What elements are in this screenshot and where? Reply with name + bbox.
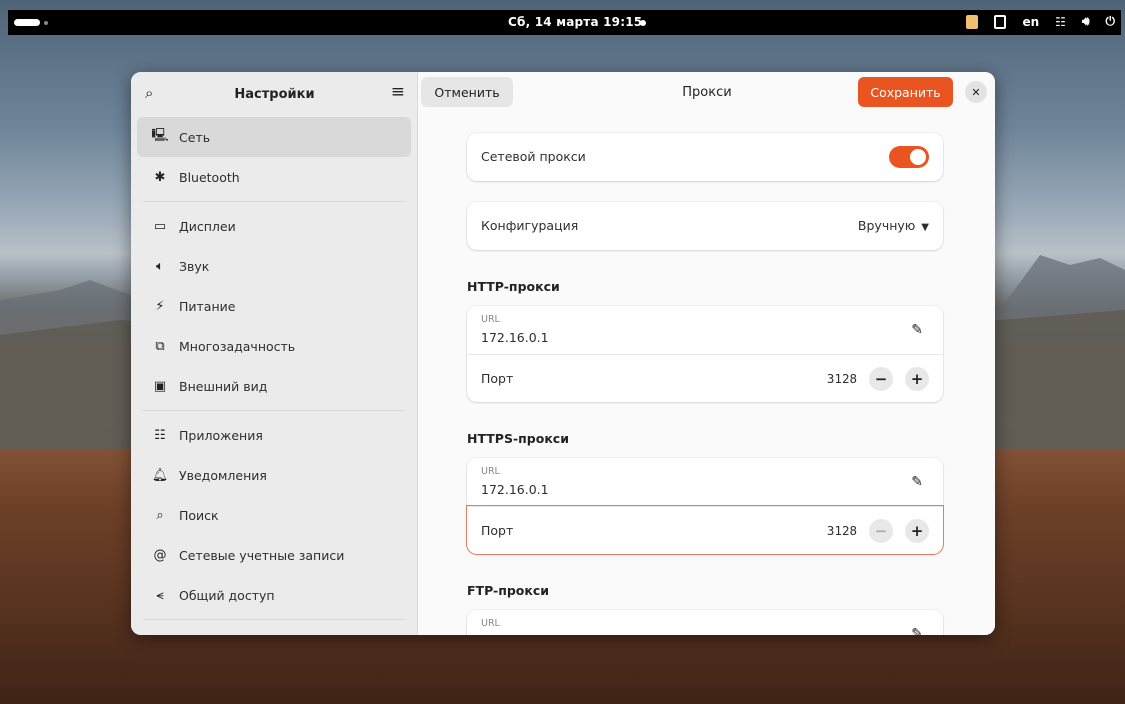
sidebar-item-power[interactable]: ⚡︎ Питание	[137, 286, 411, 326]
http-port-increment-button[interactable]: +	[905, 367, 929, 391]
sidebar-item-label: Уведомления	[179, 467, 267, 483]
close-icon[interactable]: ✕	[965, 81, 987, 103]
ftp-url-row[interactable]: URL ✎	[467, 610, 943, 635]
http-url-value: 172.16.0.1	[481, 330, 549, 345]
https-port-decrement-button[interactable]: −	[869, 519, 893, 543]
sidebar-item-bluetooth[interactable]: ✱ Bluetooth	[137, 157, 411, 197]
bell-icon: 🔔︎	[151, 467, 169, 483]
panel-header: Отменить Прокси Сохранить ✕	[419, 72, 995, 117]
sidebar-item-label: Питание	[179, 298, 236, 314]
sidebar-divider	[143, 619, 405, 620]
system-tray: en ☷ 🔊︎ ⏻	[966, 14, 1115, 29]
chevron-down-icon: ▼	[921, 222, 929, 233]
apps-icon: ☷	[154, 427, 166, 443]
network-proxy-row: Сетевой прокси	[467, 133, 943, 181]
pencil-icon[interactable]: ✎	[911, 322, 923, 338]
power-icon[interactable]: ⏻	[1106, 14, 1116, 29]
configuration-label: Конфигурация	[481, 218, 579, 233]
network-proxy-toggle[interactable]	[889, 146, 929, 168]
ftp-url-label: URL	[481, 618, 500, 629]
sidebar-item-notifications[interactable]: 🔔︎ Уведомления	[137, 455, 411, 495]
appearance-icon: ▣	[153, 378, 167, 394]
http-url-row[interactable]: URL 172.16.0.1 ✎	[467, 306, 943, 354]
volume-icon[interactable]: 🔊︎	[1082, 14, 1090, 29]
https-url-value: 172.16.0.1	[481, 482, 549, 497]
multitasking-icon: ⧉	[155, 338, 165, 354]
sidebar-item-sharing[interactable]: ⪪ Общий доступ	[137, 575, 411, 615]
display-icon: ▭	[153, 218, 167, 234]
sidebar-item-label: Bluetooth	[179, 169, 240, 185]
http-url-label: URL	[481, 314, 500, 325]
network-proxy-card: Сетевой прокси	[467, 133, 943, 181]
http-proxy-card: URL 172.16.0.1 ✎ Порт 3128 − +	[467, 306, 943, 402]
workspace-active-pill	[14, 19, 40, 26]
top-bar: Сб, 14 марта 19:15 en ☷ 🔊︎ ⏻	[8, 10, 1121, 35]
sidebar-item-apps[interactable]: ☷ Приложения	[137, 415, 411, 455]
pencil-icon[interactable]: ✎	[911, 626, 923, 635]
sidebar-item-multitasking[interactable]: ⧉ Многозадачность	[137, 326, 411, 366]
configuration-dropdown[interactable]: Вручную ▼	[858, 218, 929, 233]
https-port-input[interactable]: 3128	[827, 523, 857, 538]
http-port-label: Порт	[481, 371, 514, 386]
clock[interactable]: Сб, 14 марта 19:15	[508, 15, 642, 29]
sidebar-item-label: Внешний вид	[179, 378, 268, 394]
sidebar-item-label: Общий доступ	[179, 587, 275, 603]
clipboard-icon[interactable]	[994, 14, 1007, 29]
http-port-input[interactable]: 3128	[827, 371, 857, 386]
sidebar-divider	[143, 410, 405, 411]
sidebar-title: Настройки	[234, 87, 315, 102]
https-url-row[interactable]: URL 172.16.0.1 ✎	[467, 458, 943, 506]
https-proxy-card: URL 172.16.0.1 ✎ Порт 3128 − +	[466, 458, 944, 555]
sidebar-item-label: Приложения	[179, 427, 263, 443]
notes-icon[interactable]	[966, 14, 979, 29]
https-port-increment-button[interactable]: +	[905, 519, 929, 543]
sidebar: ⌕ Настройки ≡ 🖳︎ Сеть ✱ Bluetooth ▭ Дисп…	[131, 72, 418, 635]
ftp-proxy-card: URL ✎	[467, 610, 943, 635]
network-proxy-label: Сетевой прокси	[481, 149, 586, 164]
share-icon: ⪪	[156, 587, 164, 603]
notification-dot	[640, 20, 646, 26]
sidebar-divider	[143, 201, 405, 202]
bluetooth-icon: ✱	[154, 169, 166, 185]
sidebar-item-label: Многозадачность	[179, 338, 296, 354]
pencil-icon[interactable]: ✎	[911, 474, 923, 490]
workspace-dot	[44, 20, 48, 25]
power-icon: ⚡︎	[155, 298, 165, 314]
sidebar-item-search[interactable]: ⌕ Поиск	[137, 495, 411, 535]
settings-window: ⌕ Настройки ≡ 🖳︎ Сеть ✱ Bluetooth ▭ Дисп…	[131, 72, 995, 635]
sidebar-item-label: Звук	[179, 258, 210, 274]
http-proxy-title: HTTP-прокси	[467, 279, 560, 294]
http-port-decrement-button[interactable]: −	[869, 367, 893, 391]
menu-icon[interactable]: ≡	[391, 82, 405, 102]
https-port-row: Порт 3128 − +	[466, 505, 944, 555]
sidebar-item-network[interactable]: 🖳︎ Сеть	[137, 117, 411, 157]
sidebar-item-displays[interactable]: ▭ Дисплеи	[137, 206, 411, 246]
sidebar-list: 🖳︎ Сеть ✱ Bluetooth ▭ Дисплеи 🔈︎ Звук ⚡︎…	[131, 117, 417, 620]
sidebar-header: ⌕ Настройки ≡	[131, 72, 417, 117]
https-proxy-title: HTTPS-прокси	[467, 431, 569, 446]
network-icon[interactable]: ☷	[1055, 15, 1066, 29]
network-icon: 🖳︎	[151, 128, 169, 143]
configuration-card: Конфигурация Вручную ▼	[467, 202, 943, 250]
save-button[interactable]: Сохранить	[858, 77, 953, 107]
http-port-row: Порт 3128 − +	[467, 354, 943, 402]
https-port-label: Порт	[481, 523, 514, 538]
sidebar-item-sound[interactable]: 🔈︎ Звук	[137, 246, 411, 286]
https-url-label: URL	[481, 466, 500, 477]
sidebar-item-label: Сетевые учетные записи	[179, 547, 345, 563]
at-icon: @	[153, 547, 167, 563]
sidebar-item-online-accounts[interactable]: @ Сетевые учетные записи	[137, 535, 411, 575]
ftp-proxy-title: FTP-прокси	[467, 583, 550, 598]
activities-indicator[interactable]	[14, 19, 48, 26]
search-icon: ⌕	[156, 507, 164, 523]
sidebar-item-label: Сеть	[179, 129, 211, 145]
configuration-row[interactable]: Конфигурация Вручную ▼	[467, 202, 943, 250]
proxy-panel: Отменить Прокси Сохранить ✕ Сетевой прок…	[419, 72, 995, 635]
sidebar-item-label: Дисплеи	[179, 218, 236, 234]
configuration-value: Вручную	[857, 218, 916, 233]
sidebar-item-appearance[interactable]: ▣ Внешний вид	[137, 366, 411, 406]
sidebar-item-label: Поиск	[179, 507, 219, 523]
keyboard-layout[interactable]: en	[1022, 15, 1039, 29]
sound-icon: 🔈︎	[156, 258, 164, 274]
